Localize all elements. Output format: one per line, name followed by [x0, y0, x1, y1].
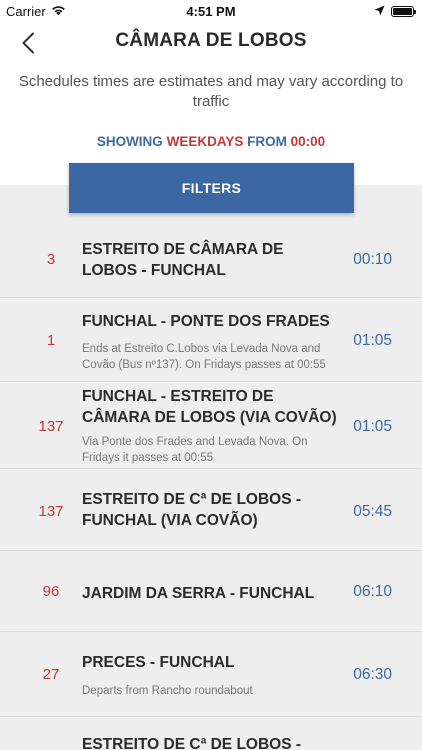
showing-day: WEEKDAYS — [166, 134, 244, 149]
schedule-notice: Schedules times are estimates and may va… — [18, 73, 404, 110]
status-left: Carrier — [6, 4, 66, 19]
location-arrow-icon — [374, 4, 385, 19]
route-name: JARDIM DA SERRA - FUNCHAL — [82, 585, 315, 602]
schedule-row[interactable]: 3 ESTREITO DE CÂMARA DE LOBOS - FUNCHAL … — [0, 225, 422, 298]
route-note: Departs from Rancho roundabout — [82, 685, 253, 697]
schedule-row[interactable]: ESTREITO DE Cª DE LOBOS - — [0, 717, 422, 750]
route-name: ESTREITO DE Cª DE LOBOS - FUNCHAL (VIA C… — [82, 491, 302, 529]
departure-time: 01:05 — [353, 332, 392, 349]
filters-button[interactable]: FILTERS — [69, 163, 354, 213]
schedule-row[interactable]: 27 PRECES - FUNCHAL Departs from Rancho … — [0, 632, 422, 717]
departure-time: 06:10 — [353, 583, 392, 600]
carrier-label: Carrier — [6, 3, 46, 19]
schedule-row[interactable]: 1 FUNCHAL - PONTE DOS FRADES Ends at Est… — [0, 298, 422, 382]
page-title: CÂMARA DE LOBOS — [115, 30, 307, 51]
schedule-row[interactable]: 137 ESTREITO DE Cª DE LOBOS - FUNCHAL (V… — [0, 469, 422, 551]
route-name: ESTREITO DE Cª DE LOBOS - — [82, 736, 302, 750]
battery-icon — [391, 5, 416, 17]
status-right — [374, 4, 416, 19]
schedule-row[interactable]: 96 JARDIM DA SERRA - FUNCHAL 06:10 — [0, 551, 422, 632]
nav-bar: CÂMARA DE LOBOS — [0, 22, 422, 66]
route-note: Ends at Estreito C.Lobos via Levada Nova… — [82, 343, 326, 371]
chevron-left-icon[interactable] — [21, 32, 35, 54]
route-name: PRECES - FUNCHAL — [82, 654, 235, 671]
route-name: ESTREITO DE CÂMARA DE LOBOS - FUNCHAL — [82, 241, 284, 279]
schedule-row[interactable]: 137 FUNCHAL - ESTREITO DE CÂMARA DE LOBO… — [0, 382, 422, 469]
route-note: Via Ponte dos Frades and Levada Nova. On… — [82, 436, 308, 464]
showing-prefix: SHOWING — [96, 134, 163, 149]
battery-level — [393, 7, 412, 15]
departure-time: 05:45 — [353, 503, 392, 520]
route-name: FUNCHAL - ESTREITO DE CÂMARA DE LOBOS (V… — [82, 388, 337, 426]
wifi-icon — [51, 4, 66, 19]
departure-time: 00:10 — [353, 251, 392, 268]
showing-from: FROM — [247, 134, 287, 149]
departure-time: 06:30 — [353, 666, 392, 683]
back-button[interactable] — [14, 28, 42, 58]
showing-time: 00:00 — [290, 134, 326, 149]
showing-summary: SHOWING WEEKDAYS FROM 00:00 — [0, 134, 422, 149]
departure-time: 01:05 — [353, 418, 392, 435]
route-name: FUNCHAL - PONTE DOS FRADES — [82, 313, 330, 330]
status-bar: Carrier 4:51 PM — [0, 0, 422, 22]
